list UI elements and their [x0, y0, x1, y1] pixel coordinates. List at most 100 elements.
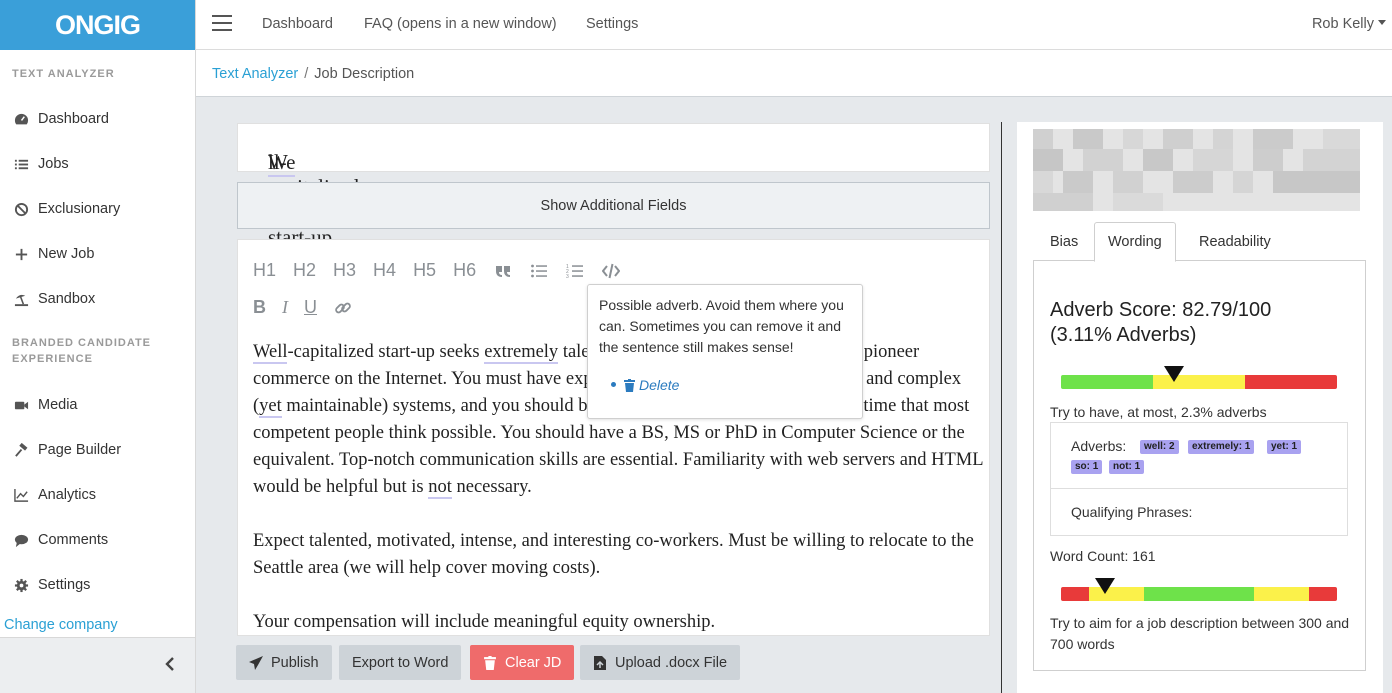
main-content: Well-capitalized Seattle start-up seeks …: [196, 97, 1392, 693]
bullet: [611, 382, 616, 387]
text-run: necessary.: [451, 477, 532, 497]
quote-icon[interactable]: [493, 262, 512, 280]
unordered-list-icon[interactable]: [529, 262, 548, 280]
delete-adverb-link[interactable]: Delete: [611, 375, 680, 396]
gauge-green: [1061, 375, 1153, 389]
editor-toolbar-row1: H1 H2 H3 H4 H5 H6 123: [253, 260, 637, 281]
sidebar-item-comments[interactable]: Comments: [0, 525, 195, 555]
sidebar-item-settings[interactable]: Settings: [0, 570, 195, 600]
adverb-pill[interactable]: well: 2: [1140, 440, 1179, 454]
toolbar-h2[interactable]: H2: [293, 260, 316, 281]
word-count-hint: Try to aim for a job description between…: [1050, 615, 1350, 652]
umbrella-beach-icon: [13, 291, 30, 308]
plus-icon: [13, 246, 30, 263]
adverb-gauge: [1061, 375, 1337, 389]
sidebar-item-label: Media: [38, 397, 78, 413]
gauge-red: [1309, 587, 1337, 601]
sidebar-item-page-builder[interactable]: Page Builder: [0, 435, 195, 465]
toolbar-h3[interactable]: H3: [333, 260, 356, 281]
toolbar-h4[interactable]: H4: [373, 260, 396, 281]
user-name: Rob Kelly: [1311, 16, 1374, 32]
export-label: Export to Word: [352, 654, 449, 671]
show-additional-fields-button[interactable]: Show Additional Fields: [237, 182, 990, 229]
upload-docx-button[interactable]: Upload .docx File: [580, 645, 741, 680]
trash-icon: [484, 655, 496, 670]
change-company-link[interactable]: Change company: [4, 617, 118, 633]
breadcrumb-text-analyzer[interactable]: Text Analyzer: [212, 66, 298, 82]
toolbar-h6[interactable]: H6: [453, 260, 476, 281]
bold-button[interactable]: B: [253, 297, 266, 318]
sidebar-item-media[interactable]: Media: [0, 390, 195, 420]
sidebar-item-exclusionary[interactable]: Exclusionary: [0, 194, 195, 224]
tab-bias[interactable]: Bias: [1050, 222, 1078, 261]
list-icon: [13, 156, 30, 173]
word-count: Word Count: 161: [1050, 548, 1156, 564]
adverb-pill[interactable]: yet: 1: [1267, 440, 1302, 454]
tab-readability[interactable]: Readability: [1199, 222, 1271, 261]
topnav-settings[interactable]: Settings: [586, 16, 638, 32]
hamburger-menu-icon[interactable]: [212, 15, 232, 31]
adverb-pill[interactable]: so: 1: [1071, 460, 1103, 474]
adverb-highlight[interactable]: not: [428, 477, 452, 499]
topnav-dashboard[interactable]: Dashboard: [262, 16, 333, 32]
italic-button[interactable]: I: [282, 297, 288, 318]
paper-plane-icon: [249, 655, 263, 670]
delete-label: Delete: [639, 377, 680, 393]
ordered-list-icon[interactable]: 123: [565, 262, 584, 280]
adverb-score-line: (3.11% Adverbs): [1050, 324, 1197, 346]
sidebar-item-label: Analytics: [38, 487, 97, 503]
video-icon: [13, 397, 30, 414]
sidebar-item-analytics[interactable]: Analytics: [0, 480, 195, 510]
sidebar-item-new-job[interactable]: New Job: [0, 239, 195, 269]
sidebar-item-label: Comments: [38, 532, 109, 548]
adverb-pill[interactable]: extremely: 1: [1188, 440, 1255, 454]
upload-label: Upload .docx File: [615, 654, 728, 671]
chevron-left-icon[interactable]: [163, 656, 177, 672]
job-title-input[interactable]: Well-capitalized Seattle start-up seeks …: [237, 123, 990, 324]
breadcrumb-current: Job Description: [314, 66, 415, 82]
vertical-divider: [1001, 122, 1002, 693]
clear-jd-button[interactable]: Clear JD: [470, 645, 575, 680]
analysis-panel: Bias Wording Readability Adverb Score: 8…: [1017, 122, 1383, 693]
toolbar-h5[interactable]: H5: [413, 260, 436, 281]
link-icon[interactable]: [333, 299, 352, 317]
adverbs-label: Adverbs:: [1071, 438, 1127, 454]
sidebar-item-label: New Job: [38, 246, 95, 262]
adverb-score-line: Adverb Score: 82.79/100: [1050, 299, 1272, 321]
paragraph-2: Expect talented, motivated, intense, and…: [253, 531, 974, 578]
adverb-highlight[interactable]: yet: [259, 396, 282, 418]
text-run: -capitalized start-up seeks: [287, 342, 485, 362]
sidebar-item-label: Jobs: [38, 156, 69, 172]
caret-down-icon: [1378, 20, 1386, 25]
hammer-icon: [13, 442, 30, 459]
topnav-faq[interactable]: FAQ (opens in a new window): [364, 16, 557, 32]
user-menu[interactable]: Rob Kelly: [1312, 16, 1386, 32]
breadcrumb-separator: /: [304, 66, 309, 82]
gauge-red: [1061, 587, 1089, 601]
ongig-logo[interactable]: ONGIG: [0, 0, 195, 50]
sidebar: ONGIG TEXT ANALYZER Dashboard Jobs Exclu…: [0, 0, 196, 693]
publish-button[interactable]: Publish: [236, 645, 332, 680]
adverb-highlight[interactable]: Well: [253, 342, 288, 364]
sidebar-item-label: Dashboard: [38, 111, 109, 127]
toolbar-h1[interactable]: H1: [253, 260, 276, 281]
tab-wording[interactable]: Wording: [1094, 222, 1176, 262]
sidebar-heading-text-analyzer: TEXT ANALYZER: [12, 68, 115, 80]
publish-label: Publish: [271, 654, 319, 671]
sidebar-item-jobs[interactable]: Jobs: [0, 149, 195, 179]
logo-text: ONGIG: [54, 9, 141, 40]
sidebar-item-sandbox[interactable]: Sandbox: [0, 284, 195, 314]
analysis-tabs: Bias Wording Readability: [1033, 222, 1366, 262]
adverb-details: Adverbs: well: 2 extremely: 1 yet: 1 so:…: [1050, 422, 1348, 536]
gear-icon: [13, 577, 30, 594]
adverb-highlight[interactable]: extremely: [484, 342, 559, 364]
adverb-score: Adverb Score: 82.79/100 (3.11% Adverbs): [1050, 298, 1350, 348]
underline-button[interactable]: U: [304, 297, 317, 318]
ban-icon: [13, 201, 30, 218]
adverb-pill[interactable]: not: 1: [1109, 460, 1145, 474]
export-to-word-button[interactable]: Export to Word: [339, 645, 462, 680]
sidebar-collapse-bar[interactable]: [0, 637, 195, 693]
adverb-list-row: Adverbs: well: 2 extremely: 1 yet: 1 so:…: [1051, 423, 1347, 489]
sidebar-item-dashboard[interactable]: Dashboard: [0, 104, 195, 134]
code-icon[interactable]: [601, 262, 620, 280]
